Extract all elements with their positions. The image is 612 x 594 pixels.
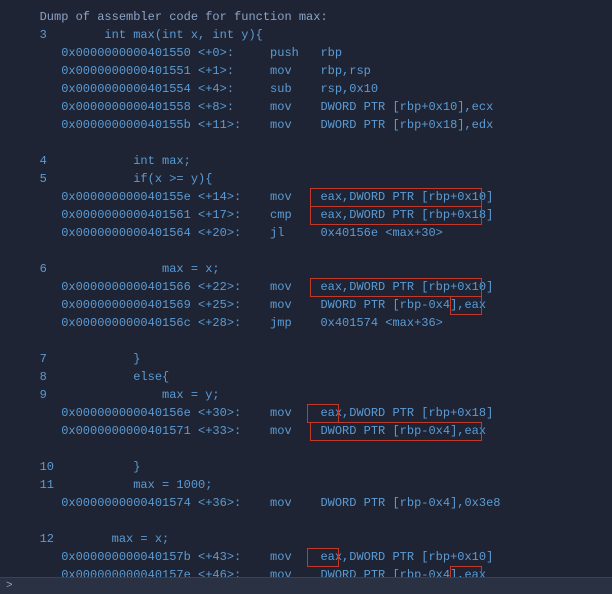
- code-line: 0x0000000000401574 <+36>: mov DWORD PTR …: [0, 494, 612, 512]
- code-line: 0x0000000000401566 <+22>: mov eax,DWORD …: [0, 278, 612, 296]
- code-line: 10 }: [0, 458, 612, 476]
- code-line: 12 max = x;: [0, 530, 612, 548]
- code-line: 0x0000000000401558 <+8>: mov DWORD PTR […: [0, 98, 612, 116]
- code-line: 0x0000000000401561 <+17>: cmp eax,DWORD …: [0, 206, 612, 224]
- code-line: 0x0000000000401554 <+4>: sub rsp,0x10: [0, 80, 612, 98]
- code-line: 11 max = 1000;: [0, 476, 612, 494]
- code-line: 0x000000000040155e <+14>: mov eax,DWORD …: [0, 188, 612, 206]
- code-line: [0, 134, 612, 152]
- code-line: 8 else{: [0, 368, 612, 386]
- code-line: 0x0000000000401571 <+33>: mov DWORD PTR …: [0, 422, 612, 440]
- code-line: 6 max = x;: [0, 260, 612, 278]
- code-line: 0x000000000040156c <+28>: jmp 0x401574 <…: [0, 314, 612, 332]
- code-line: 5 if(x >= y){: [0, 170, 612, 188]
- code-line: [0, 440, 612, 458]
- code-line: Dump of assembler code for function max:: [0, 8, 612, 26]
- disassembly-pane: Dump of assembler code for function max:…: [0, 0, 612, 584]
- code-line: 0x0000000000401550 <+0>: push rbp: [0, 44, 612, 62]
- code-line: 3 int max(int x, int y){: [0, 26, 612, 44]
- code-line: 0x0000000000401551 <+1>: mov rbp,rsp: [0, 62, 612, 80]
- code-line: 0x000000000040156e <+30>: mov eax,DWORD …: [0, 404, 612, 422]
- code-line: 0x0000000000401569 <+25>: mov DWORD PTR …: [0, 296, 612, 314]
- code-line: 7 }: [0, 350, 612, 368]
- code-line: 0x000000000040157b <+43>: mov eax,DWORD …: [0, 548, 612, 566]
- code-line: [0, 332, 612, 350]
- code-line: [0, 242, 612, 260]
- code-line: [0, 512, 612, 530]
- code-line: 0x000000000040155b <+11>: mov DWORD PTR …: [0, 116, 612, 134]
- code-line: 4 int max;: [0, 152, 612, 170]
- code-line: 9 max = y;: [0, 386, 612, 404]
- code-line: 0x0000000000401564 <+20>: jl 0x40156e <m…: [0, 224, 612, 242]
- prompt-bar[interactable]: [0, 577, 612, 594]
